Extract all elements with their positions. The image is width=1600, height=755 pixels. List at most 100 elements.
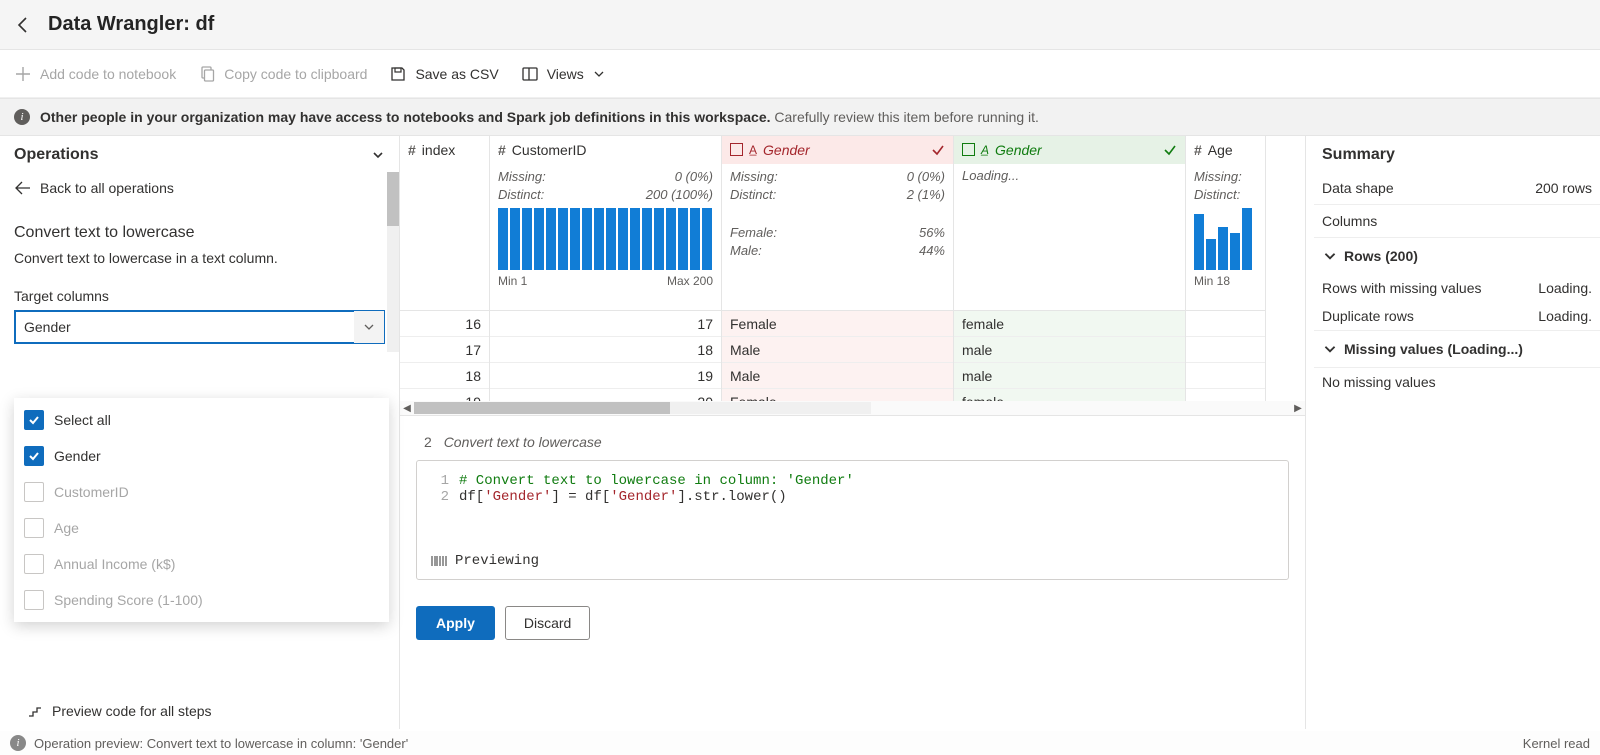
preview-code-button[interactable]: Preview code for all steps — [28, 703, 212, 719]
discard-button[interactable]: Discard — [505, 606, 590, 640]
column-header-gender-new[interactable]: A̲ Gender — [954, 136, 1185, 164]
dup-rows-label: Duplicate rows — [1322, 308, 1414, 324]
dropdown-label: Select all — [54, 412, 111, 428]
scroll-left-icon[interactable]: ◀ — [400, 401, 414, 415]
cell[interactable]: female — [954, 311, 1185, 337]
back-arrow-icon[interactable] — [14, 15, 34, 35]
column-name: Age — [1208, 142, 1233, 158]
chevron-down-icon[interactable] — [371, 148, 385, 162]
copy-icon — [198, 65, 216, 83]
dropdown-item-customerid: CustomerID — [14, 474, 389, 510]
cell[interactable]: Male — [722, 363, 953, 389]
header-bar: Data Wrangler: df — [0, 0, 1600, 50]
checkbox-empty-icon — [24, 482, 44, 502]
chevron-down-icon — [592, 67, 606, 81]
cell[interactable]: 18 — [490, 337, 721, 363]
code-text: df[ — [459, 489, 484, 505]
preview-code-label: Preview code for all steps — [52, 703, 212, 719]
code-preview-box[interactable]: 1# Convert text to lowercase in column: … — [416, 460, 1289, 580]
cell[interactable]: 17 — [400, 337, 489, 363]
target-columns-dropdown: Select all Gender CustomerID Age Annual … — [14, 398, 389, 622]
square-icon — [962, 143, 975, 156]
cell[interactable]: Male — [722, 337, 953, 363]
code-step-title: 2 Convert text to lowercase — [424, 434, 1289, 450]
summary-title: Summary — [1314, 146, 1600, 172]
columns-label: Columns — [1322, 213, 1377, 229]
column-header-age[interactable]: # Age — [1186, 136, 1265, 164]
code-text: ] = df[ — [551, 489, 610, 505]
column-name: Gender — [995, 142, 1042, 158]
column-header-gender-old[interactable]: A̲ Gender — [722, 136, 953, 164]
status-right-text: Kernel read — [1523, 736, 1590, 751]
apply-button[interactable]: Apply — [416, 606, 495, 640]
stat-value: 0 (0%) — [675, 168, 713, 186]
data-grid: # index 16 17 18 19 # CustomerID Missing… — [400, 136, 1305, 416]
dropdown-item-annual-income: Annual Income (k$) — [14, 546, 389, 582]
chevron-down-icon — [1322, 341, 1338, 357]
check-icon — [1163, 143, 1177, 157]
copy-code-label: Copy code to clipboard — [224, 66, 367, 82]
scroll-right-icon[interactable]: ▶ — [1291, 401, 1305, 415]
missing-section-toggle[interactable]: Missing values (Loading...) — [1314, 330, 1600, 367]
histogram-age — [1194, 208, 1257, 270]
column-header-customerid[interactable]: # CustomerID — [490, 136, 721, 164]
stat-min: Min 1 — [498, 274, 527, 288]
cell[interactable] — [1186, 311, 1265, 337]
back-to-operations-button[interactable]: Back to all operations — [14, 170, 385, 206]
copy-code-button[interactable]: Copy code to clipboard — [198, 65, 367, 83]
cell[interactable]: 17 — [490, 311, 721, 337]
checkbox-empty-icon — [24, 590, 44, 610]
step-name: Convert text to lowercase — [444, 434, 602, 450]
dropdown-item-spending-score: Spending Score (1-100) — [14, 582, 389, 618]
page-title: Data Wrangler: df — [48, 13, 214, 36]
dropdown-toggle-button[interactable] — [354, 311, 384, 343]
stat-label: Female: — [730, 224, 777, 242]
stat-min: Min 18 — [1194, 274, 1230, 288]
cell[interactable]: 19 — [490, 363, 721, 389]
cell[interactable]: Female — [722, 311, 953, 337]
panel-icon — [521, 65, 539, 83]
code-string: 'Gender' — [610, 489, 677, 505]
dropdown-item-gender[interactable]: Gender — [14, 438, 389, 474]
horizontal-scrollbar[interactable]: ◀ ▶ — [400, 401, 1305, 415]
dropdown-label: Age — [54, 520, 79, 536]
cell[interactable]: male — [954, 363, 1185, 389]
square-icon — [730, 143, 743, 156]
stat-label: Missing: — [1194, 168, 1242, 186]
save-csv-button[interactable]: Save as CSV — [389, 65, 498, 83]
views-label: Views — [547, 66, 584, 82]
cell[interactable] — [1186, 363, 1265, 389]
number-type-icon: # — [408, 142, 416, 158]
checkbox-empty-icon — [24, 554, 44, 574]
operation-desc: Convert text to lowercase in a text colu… — [14, 250, 385, 266]
shape-label: Data shape — [1322, 180, 1394, 196]
cell[interactable]: 18 — [400, 363, 489, 389]
rows-section-toggle[interactable]: Rows (200) — [1314, 237, 1600, 274]
dropdown-item-select-all[interactable]: Select all — [14, 402, 389, 438]
stat-value: 0 (0%) — [907, 168, 945, 186]
column-header-index[interactable]: # index — [400, 136, 489, 164]
stat-label: Missing: — [498, 168, 546, 186]
column-name: Gender — [763, 142, 810, 158]
checkbox-empty-icon — [24, 518, 44, 538]
views-button[interactable]: Views — [521, 65, 606, 83]
target-columns-input[interactable] — [14, 310, 385, 344]
dropdown-item-age: Age — [14, 510, 389, 546]
missing-section-label: Missing values (Loading...) — [1344, 341, 1523, 357]
code-comment: # Convert text to lowercase in column: '… — [459, 473, 854, 489]
cell[interactable]: male — [954, 337, 1185, 363]
previewing-label: Previewing — [455, 553, 539, 569]
chevron-down-icon — [363, 321, 375, 333]
cell[interactable]: 16 — [400, 311, 489, 337]
loading-text: Loading... — [962, 168, 1019, 183]
status-left-text: Operation preview: Convert text to lower… — [34, 736, 408, 751]
banner-light: Carefully review this item before runnin… — [774, 109, 1039, 125]
stat-value: 44% — [919, 242, 945, 260]
add-code-button[interactable]: Add code to notebook — [14, 65, 176, 83]
info-icon: i — [10, 735, 26, 751]
save-csv-label: Save as CSV — [415, 66, 498, 82]
cell[interactable] — [1186, 337, 1265, 363]
checkbox-checked-icon — [24, 446, 44, 466]
operations-title: Operations — [14, 146, 98, 164]
back-label: Back to all operations — [40, 180, 174, 196]
